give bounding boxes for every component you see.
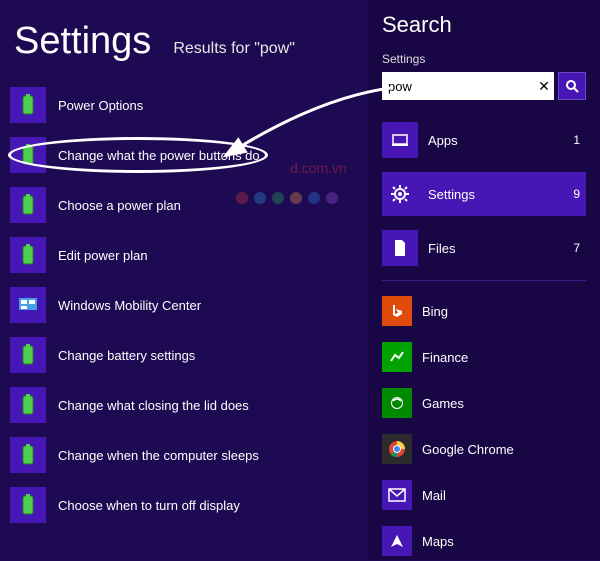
scope-count: 7 xyxy=(573,241,580,255)
scope-label: Settings xyxy=(428,187,475,202)
search-query: pow xyxy=(388,79,412,94)
divider xyxy=(382,280,586,281)
result-mobility-center[interactable]: Windows Mobility Center xyxy=(10,285,358,325)
search-pane: Search Settings pow ✕ Apps 1 Settings 9 … xyxy=(368,0,600,560)
app-label: Google Chrome xyxy=(422,442,514,457)
app-bing[interactable]: Bing xyxy=(382,291,586,331)
result-choose-plan[interactable]: Choose a power plan xyxy=(10,185,358,225)
scope-label: Files xyxy=(428,241,455,256)
app-label: Maps xyxy=(422,534,454,549)
page-title: Settings xyxy=(14,20,151,63)
result-power-options[interactable]: Power Options xyxy=(10,85,358,125)
games-icon xyxy=(382,388,412,418)
mobility-icon xyxy=(10,287,46,323)
magnifier-icon xyxy=(565,79,579,93)
battery-icon xyxy=(10,387,46,423)
result-label: Change what the power buttons do xyxy=(58,148,260,163)
battery-icon xyxy=(10,487,46,523)
scope-count: 9 xyxy=(573,187,580,201)
results-for-label: Results for "pow" xyxy=(173,40,295,58)
app-chrome[interactable]: Google Chrome xyxy=(382,429,586,469)
search-input[interactable]: pow ✕ xyxy=(382,72,554,100)
mail-icon xyxy=(382,480,412,510)
files-icon xyxy=(382,230,418,266)
battery-icon xyxy=(10,187,46,223)
app-label: Mail xyxy=(422,488,446,503)
scope-label: Apps xyxy=(428,133,458,148)
app-label: Games xyxy=(422,396,464,411)
battery-icon xyxy=(10,437,46,473)
battery-icon xyxy=(10,87,46,123)
result-label: Choose when to turn off display xyxy=(58,498,240,513)
search-row: pow ✕ xyxy=(382,72,586,100)
result-closing-lid[interactable]: Change what closing the lid does xyxy=(10,385,358,425)
app-finance[interactable]: Finance xyxy=(382,337,586,377)
search-button[interactable] xyxy=(558,72,586,100)
result-label: Power Options xyxy=(58,98,143,113)
settings-icon xyxy=(382,176,418,212)
bing-icon xyxy=(382,296,412,326)
scope-settings[interactable]: Settings 9 xyxy=(382,172,586,216)
finance-icon xyxy=(382,342,412,372)
results-pane: Settings Results for "pow" Power Options… xyxy=(0,0,368,560)
maps-icon xyxy=(382,526,412,556)
watermark-dots xyxy=(236,192,338,204)
app-maps[interactable]: Maps xyxy=(382,521,586,561)
result-battery-settings[interactable]: Change battery settings xyxy=(10,335,358,375)
result-label: Change battery settings xyxy=(58,348,195,363)
watermark-text: d.com.vn xyxy=(290,160,347,176)
search-scope-label: Settings xyxy=(382,52,586,66)
scope-count: 1 xyxy=(573,133,580,147)
scope-apps[interactable]: Apps 1 xyxy=(382,118,586,162)
app-label: Bing xyxy=(422,304,448,319)
battery-icon xyxy=(10,137,46,173)
clear-icon[interactable]: ✕ xyxy=(534,72,554,100)
app-mail[interactable]: Mail xyxy=(382,475,586,515)
result-turn-off-display[interactable]: Choose when to turn off display xyxy=(10,485,358,525)
result-label: Change what closing the lid does xyxy=(58,398,249,413)
app-games[interactable]: Games xyxy=(382,383,586,423)
header: Settings Results for "pow" xyxy=(14,20,358,63)
result-label: Windows Mobility Center xyxy=(58,298,201,313)
scope-files[interactable]: Files 7 xyxy=(382,226,586,270)
apps-icon xyxy=(382,122,418,158)
battery-icon xyxy=(10,337,46,373)
search-title: Search xyxy=(382,12,586,38)
result-computer-sleeps[interactable]: Change when the computer sleeps xyxy=(10,435,358,475)
chrome-icon xyxy=(382,434,412,464)
result-label: Choose a power plan xyxy=(58,198,181,213)
result-label: Change when the computer sleeps xyxy=(58,448,259,463)
result-edit-plan[interactable]: Edit power plan xyxy=(10,235,358,275)
battery-icon xyxy=(10,237,46,273)
app-label: Finance xyxy=(422,350,468,365)
result-label: Edit power plan xyxy=(58,248,148,263)
